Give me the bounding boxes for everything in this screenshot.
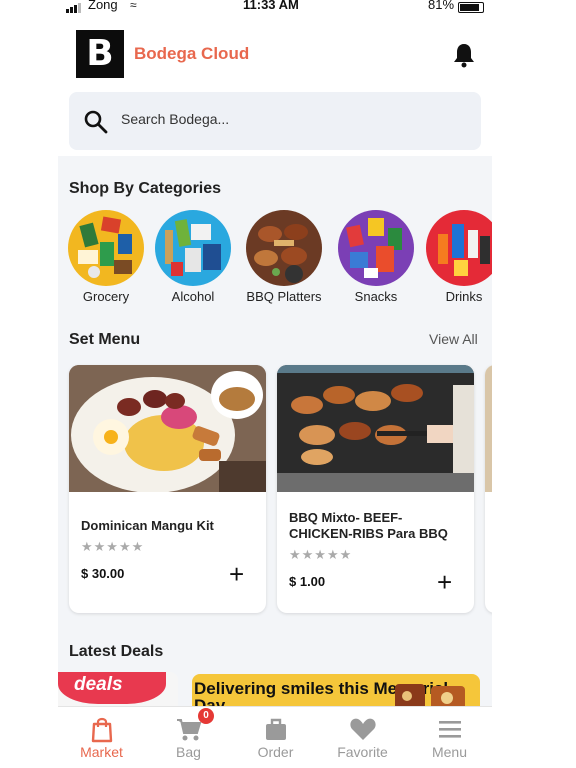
category-grocery[interactable]: Grocery [66, 210, 146, 304]
cart-count-badge: 0 [198, 708, 214, 724]
product-image [69, 365, 266, 492]
search-input[interactable]: Search Bodega... [121, 111, 229, 127]
app-logo[interactable]: B [76, 30, 124, 78]
menu-card-mangu[interactable]: Dominican Mangu Kit ★★★★★ $ 30.00 + [69, 365, 266, 613]
tab-market[interactable]: Market [58, 707, 145, 768]
wifi-icon: ≈ [130, 0, 137, 12]
briefcase-icon [266, 718, 286, 740]
product-price: $ 30.00 [81, 566, 125, 581]
tab-order[interactable]: Order [232, 707, 319, 768]
category-drinks[interactable]: Drinks [424, 210, 492, 304]
app-header: B Bodega Cloud Search Bodega... [58, 16, 492, 156]
product-price: $ 1.00 [289, 574, 326, 589]
battery-icon [458, 2, 484, 13]
category-image [155, 210, 231, 286]
tab-menu[interactable]: Menu [406, 707, 492, 768]
menu-card-bbq-mixto[interactable]: BBQ Mixto- BEEF-CHICKEN-RIBS Para BBQ ★★… [277, 365, 474, 613]
add-to-bag-button[interactable]: + [229, 561, 244, 587]
product-image [485, 365, 492, 492]
hamburger-menu-icon [439, 721, 461, 738]
search-bar[interactable]: Search Bodega... [69, 92, 481, 150]
category-label: Snacks [354, 289, 398, 304]
view-all-link[interactable]: View All [429, 331, 478, 347]
tab-bag[interactable]: 0 Bag [145, 707, 232, 768]
app-screen: Zong ≈ 11:33 AM 81% B Bodega Cloud Searc… [58, 0, 492, 768]
latest-deals-title: Latest Deals [69, 643, 164, 660]
category-label: Alcohol [171, 289, 215, 304]
tab-favorite[interactable]: Favorite [319, 707, 406, 768]
category-label: Drinks [445, 289, 483, 304]
tab-label: Favorite [337, 744, 388, 760]
tab-label: Bag [176, 744, 201, 760]
category-alcohol[interactable]: Alcohol [153, 210, 233, 304]
rating-stars: ★★★★★ [289, 547, 353, 562]
heart-icon [350, 718, 376, 740]
category-image [68, 210, 144, 286]
tab-label: Order [257, 744, 294, 760]
product-title: BBQ Mixto- BEEF-CHICKEN-RIBS Para BBQ [289, 510, 448, 541]
category-image [338, 210, 414, 286]
category-label: BBQ Platters [246, 289, 322, 304]
menu-card-partial[interactable] [485, 365, 492, 613]
signal-icon [66, 3, 81, 13]
category-image [426, 210, 492, 286]
shopping-bag-icon [91, 717, 113, 743]
tab-label: Menu [431, 744, 468, 760]
notification-bell-icon[interactable] [452, 42, 476, 68]
category-snacks[interactable]: Snacks [336, 210, 416, 304]
add-to-bag-button[interactable]: + [437, 569, 452, 595]
set-menu-title: Set Menu [69, 331, 141, 348]
categories-title: Shop By Categories [69, 180, 222, 197]
carrier-name: Zong [88, 0, 118, 12]
product-title: Dominican Mangu Kit [81, 518, 214, 533]
category-image [246, 210, 322, 286]
battery-percent: 81% [428, 0, 455, 12]
rating-stars: ★★★★★ [81, 539, 145, 554]
status-bar: Zong ≈ 11:33 AM 81% [58, 0, 492, 16]
bottom-tab-bar: Market 0 Bag Order Favorite Menu [58, 706, 492, 768]
tab-label: Market [80, 744, 123, 760]
brand-name: Bodega Cloud [134, 44, 250, 63]
category-label: Grocery [82, 289, 130, 304]
deal-banner-text: deals [58, 672, 166, 704]
category-bbq-platters[interactable]: BBQ Platters [244, 210, 324, 304]
product-image [277, 365, 474, 492]
status-time: 11:33 AM [243, 0, 299, 12]
search-icon [84, 110, 108, 134]
